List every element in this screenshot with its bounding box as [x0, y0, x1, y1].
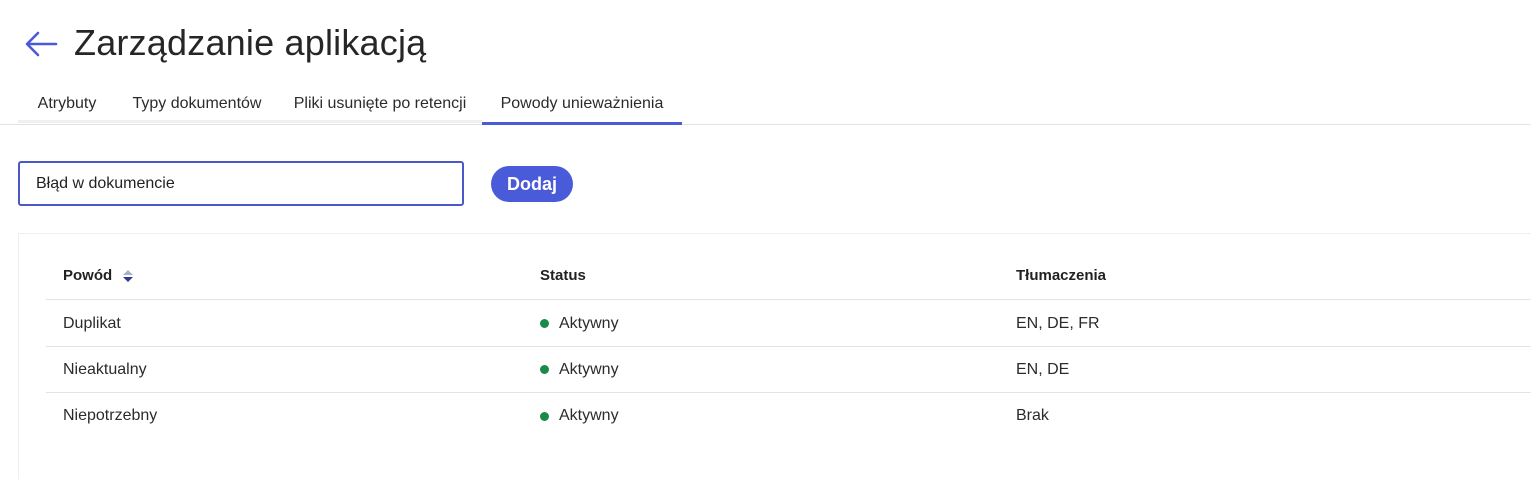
status-dot-icon	[540, 365, 549, 374]
tab-invalidation-reasons[interactable]: Powody unieważnienia	[482, 88, 682, 125]
status-dot-icon	[540, 411, 549, 421]
tab-label: Powody unieważnienia	[500, 95, 664, 112]
page-header: Zarządzanie aplikacją	[0, 0, 1531, 90]
status-cell: Aktywny	[540, 347, 619, 392]
status-cell: Aktywny	[540, 301, 619, 346]
translations-cell: EN, DE, FR	[1016, 314, 1100, 332]
status-dot-icon	[540, 319, 549, 328]
status-cell: Aktywny	[540, 393, 619, 439]
tab-label: Atrybuty	[37, 95, 97, 112]
reason-cell: Duplikat	[63, 314, 121, 332]
reason-input[interactable]	[18, 161, 464, 206]
tab-active-indicator	[482, 122, 682, 125]
back-button[interactable]	[22, 28, 60, 60]
column-header-translations: Tłumaczenia	[1016, 267, 1107, 284]
column-header-reason[interactable]: Powód	[63, 252, 134, 299]
tab-underline	[18, 120, 116, 123]
status-text: Aktywny	[559, 407, 619, 424]
tab-underline	[278, 120, 482, 123]
tab-deleted-files[interactable]: Pliki usunięte po retencji	[278, 88, 482, 125]
status-text: Aktywny	[559, 314, 619, 332]
table-row[interactable]: Niepotrzebny Aktywny Brak	[46, 393, 1531, 439]
tab-underline	[116, 120, 278, 123]
column-header-status: Status	[540, 267, 586, 284]
reason-cell: Nieaktualny	[63, 360, 147, 378]
reasons-table: Powód Status Tłumaczenia Duplikat Aktywn…	[18, 233, 1531, 479]
add-button[interactable]: Dodaj	[491, 166, 573, 202]
tab-document-types[interactable]: Typy dokumentów	[116, 88, 278, 125]
tab-label: Pliki usunięte po retencji	[293, 95, 467, 112]
table-row[interactable]: Duplikat Aktywny EN, DE, FR	[46, 301, 1531, 347]
status-text: Aktywny	[559, 360, 619, 378]
translations-cell: Brak	[1016, 407, 1049, 424]
page-title: Zarządzanie aplikacją	[74, 22, 427, 63]
translations-cell: EN, DE	[1016, 360, 1070, 378]
table-row[interactable]: Nieaktualny Aktywny EN, DE	[46, 347, 1531, 393]
arrow-left-icon	[25, 31, 58, 57]
tab-label: Typy dokumentów	[132, 95, 262, 112]
reason-cell: Niepotrzebny	[63, 407, 158, 424]
column-label: Powód	[63, 267, 113, 284]
tab-attributes[interactable]: Atrybuty	[18, 88, 116, 125]
tab-bar: Atrybuty Typy dokumentów Pliki usunięte …	[0, 88, 1531, 125]
sort-icon[interactable]	[122, 269, 134, 283]
table-header: Powód Status Tłumaczenia	[46, 252, 1531, 300]
